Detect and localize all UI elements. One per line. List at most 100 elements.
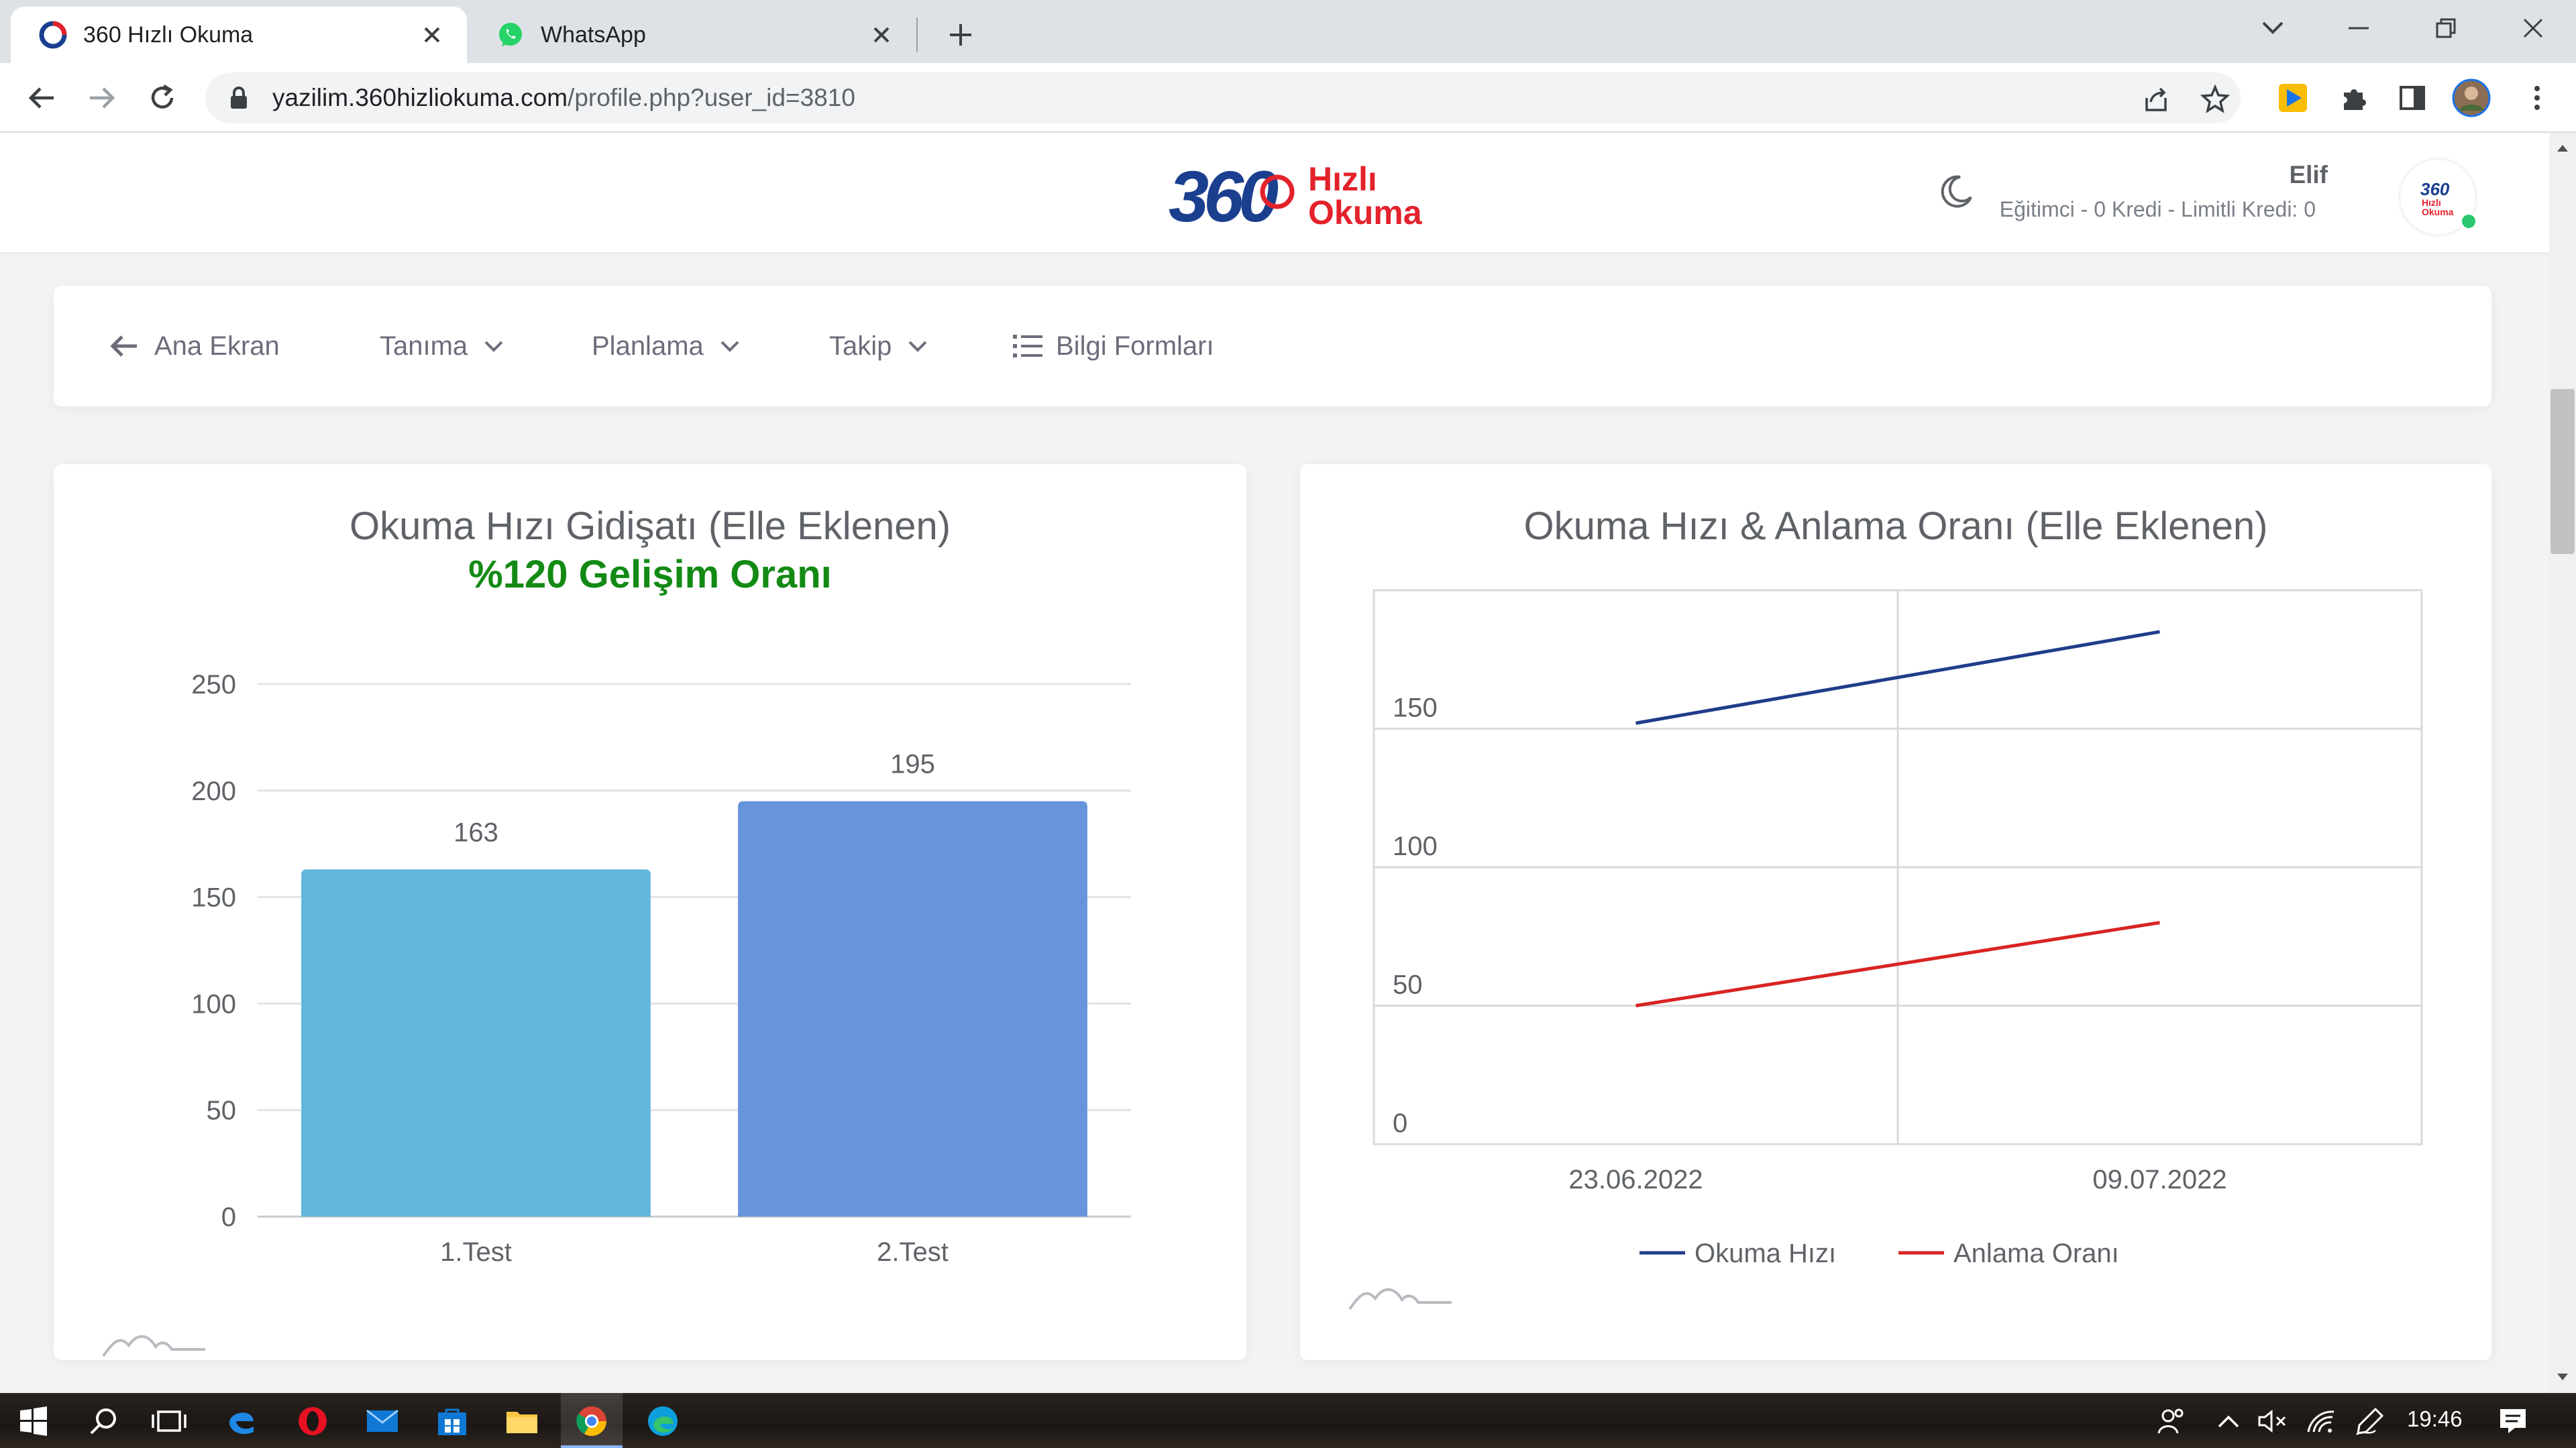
restore-icon[interactable] [2419, 8, 2473, 48]
chevron-down-icon [908, 341, 927, 352]
dark-mode-moon-icon[interactable] [1936, 172, 1976, 212]
back-arrow-icon[interactable] [21, 78, 62, 118]
menu-item-planlama[interactable]: Planlama [592, 326, 740, 366]
scroll-thumb[interactable] [2551, 389, 2575, 554]
tab-360-hizli-okuma[interactable]: 360 Hızlı Okuma [11, 7, 467, 63]
y-tick-label: 150 [1393, 693, 1438, 723]
x-tick-label: 09.07.2022 [2092, 1165, 2226, 1194]
url-bar[interactable]: yazilim.360hizliokuma.com/profile.php?us… [205, 72, 2241, 123]
speed-comprehension-line-chart-card: Okuma Hızı & Anlama Oranı (Elle Eklenen)… [1300, 464, 2491, 1360]
profile-avatar-icon[interactable] [2451, 78, 2491, 118]
store-icon[interactable] [435, 1404, 470, 1439]
menu-item-ana-ekran[interactable]: Ana Ekran [109, 326, 280, 366]
list-icon [1013, 335, 1042, 357]
page-scrollbar[interactable] [2549, 133, 2576, 1394]
reload-icon[interactable] [142, 78, 182, 118]
y-tick-label: 0 [1393, 1109, 1407, 1138]
tab-title: WhatsApp [541, 21, 646, 48]
logo-line2-text: Okuma [1308, 194, 1423, 231]
bar-2 [738, 801, 1087, 1217]
gridlines [1373, 589, 2423, 1146]
tab-close-icon[interactable] [416, 19, 448, 51]
pen-ink-icon[interactable] [2353, 1404, 2388, 1439]
taskbar-clock[interactable]: 19:46 [2407, 1406, 2463, 1432]
notifications-icon[interactable] [2496, 1404, 2530, 1439]
close-window-icon[interactable] [2506, 8, 2560, 48]
tray-chevron-up-icon[interactable] [2211, 1404, 2246, 1439]
y-axis-tick-labels: 0 50 100 150 200 250 [191, 670, 236, 1232]
tab-close-icon[interactable] [865, 19, 898, 51]
chevron-down-icon [484, 341, 503, 352]
chart-title: Okuma Hızı & Anlama Oranı (Elle Eklenen) [1524, 504, 2268, 548]
tab-title: 360 Hızlı Okuma [83, 21, 254, 48]
legend-label: Anlama Oranı [1953, 1239, 2119, 1268]
task-view-icon[interactable] [152, 1404, 186, 1439]
menu-item-label: Bilgi Formları [1056, 331, 1214, 361]
menu-item-label: Ana Ekran [154, 331, 280, 361]
x-tick-label: 23.06.2022 [1568, 1165, 1703, 1194]
y-tick-label: 250 [191, 670, 236, 700]
menu-item-tanima[interactable]: Tanıma [380, 326, 504, 366]
y-axis-tick-labels: 0 50 100 150 [1393, 693, 1438, 1139]
edge-legacy-icon[interactable] [224, 1404, 259, 1439]
x-axis-tick-labels: 23.06.2022 09.07.2022 [1568, 1165, 2226, 1194]
tab-search-chevron-icon[interactable] [2246, 8, 2300, 48]
forward-arrow-icon[interactable] [82, 78, 122, 118]
lock-icon [231, 87, 247, 109]
site-favicon-icon [39, 21, 67, 49]
url-path: /profile.php?user_id=3810 [568, 84, 855, 111]
x-tick-label: 2.Test [877, 1237, 949, 1267]
chart-title: Okuma Hızı Gidişatı (Elle Eklenen) [350, 504, 951, 548]
tab-whatsapp[interactable]: WhatsApp [468, 7, 916, 63]
avatar-logo-360: 360 [2420, 179, 2450, 199]
y-tick-label: 50 [1393, 970, 1423, 1000]
scroll-down-arrow-icon[interactable] [2556, 1372, 2569, 1382]
bookmark-star-icon[interactable] [2195, 79, 2235, 119]
chrome-menu-kebab-icon[interactable] [2517, 78, 2557, 118]
bars [301, 801, 1087, 1217]
extensions-puzzle-icon[interactable] [2333, 78, 2373, 118]
opera-icon[interactable] [295, 1404, 330, 1439]
bar-chart: Okuma Hızı Gidişatı (Elle Eklenen) %120 … [102, 504, 1131, 1357]
whatsapp-icon [499, 23, 522, 46]
chart-subtitle: %120 Gelişim Oranı [468, 553, 832, 596]
x-tick-label: 1.Test [440, 1237, 512, 1267]
menu-item-label: Tanıma [380, 331, 468, 361]
speaker-muted-icon[interactable] [2255, 1404, 2290, 1439]
x-axis-tick-labels: 1.Test 2.Test [440, 1237, 949, 1267]
site-header: 360 Hızlı Okuma Elif Eğitimci - 0 Kredi … [0, 133, 2549, 252]
chart-watermark-icon [1348, 1288, 1452, 1311]
line-chart: Okuma Hızı & Anlama Oranı (Elle Eklenen)… [1348, 504, 2423, 1311]
chart-watermark-icon [102, 1335, 205, 1357]
taskbar-active-indicator [561, 1445, 623, 1448]
file-explorer-icon[interactable] [504, 1404, 539, 1439]
minimize-icon[interactable] [2332, 8, 2385, 48]
menu-item-bilgi-formlari[interactable]: Bilgi Formları [1012, 326, 1214, 366]
brand-logo[interactable]: 360 Hızlı Okuma [1166, 157, 1441, 231]
side-panel-icon[interactable] [2392, 78, 2432, 118]
mail-icon[interactable] [365, 1404, 400, 1439]
chevron-down-icon [720, 341, 739, 352]
extension-play-icon[interactable] [2273, 78, 2313, 118]
url-host: yazilim.360hizliokuma.com [272, 84, 568, 111]
windows-start-icon[interactable] [16, 1404, 51, 1439]
logo-line1-text: Hızlı [1308, 160, 1377, 198]
windows-taskbar: 19:46 [0, 1393, 2576, 1448]
edge-icon[interactable] [645, 1404, 680, 1439]
y-tick-label: 100 [191, 989, 236, 1019]
online-status-dot [2459, 212, 2478, 231]
data-label: 195 [890, 750, 935, 779]
y-tick-label: 50 [207, 1096, 237, 1125]
chrome-icon[interactable] [574, 1404, 609, 1439]
menu-item-takip[interactable]: Takip [829, 326, 928, 366]
share-icon[interactable] [2136, 79, 2176, 119]
search-icon[interactable] [86, 1404, 121, 1439]
new-tab-plus-icon[interactable] [939, 13, 982, 56]
arrow-left-icon [110, 335, 137, 357]
menu-item-label: Takip [829, 331, 892, 361]
user-role-credits: Eğitimci - 0 Kredi - Limitli Kredi: 0 [1999, 197, 2316, 221]
y-tick-label: 200 [191, 777, 236, 806]
people-icon[interactable] [2155, 1404, 2190, 1439]
wifi-icon[interactable] [2304, 1404, 2339, 1439]
scroll-up-arrow-icon[interactable] [2556, 144, 2569, 153]
